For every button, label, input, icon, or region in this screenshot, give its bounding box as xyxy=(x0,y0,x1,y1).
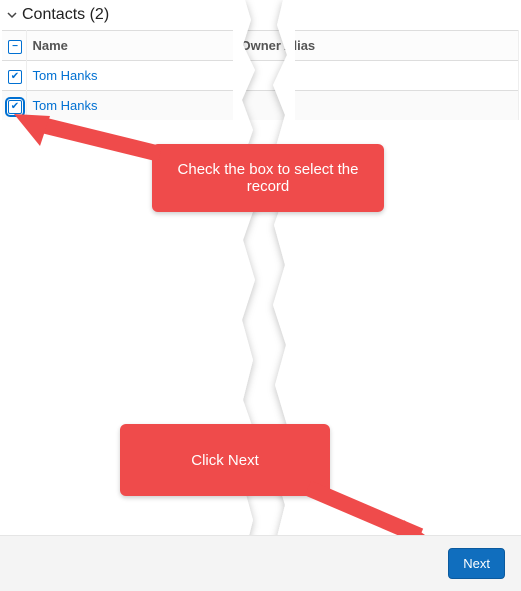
table-row[interactable]: Tom Hanks xyxy=(2,91,519,121)
select-all-checkbox[interactable] xyxy=(8,40,22,54)
contact-name-link[interactable]: Tom Hanks xyxy=(33,68,98,83)
section-title: Contacts (2) xyxy=(22,6,109,24)
owner-alias-cell: il xyxy=(241,68,247,83)
next-button[interactable]: Next xyxy=(448,548,505,579)
select-all-header[interactable] xyxy=(2,31,26,61)
row-checkbox[interactable] xyxy=(8,70,22,84)
contacts-table: Name Owner Alias Tom Hanks il Tom Hanks xyxy=(2,30,519,120)
callout-check-box: Check the box to select the record xyxy=(152,144,384,212)
footer-bar: Next xyxy=(0,535,521,591)
contact-name-link[interactable]: Tom Hanks xyxy=(33,98,98,113)
section-header[interactable]: Contacts (2) xyxy=(2,0,519,30)
callout-click-next: Click Next xyxy=(120,424,330,496)
arrow-to-checkbox xyxy=(10,112,170,172)
callout-text: Check the box to select the record xyxy=(168,161,368,195)
chevron-down-icon xyxy=(4,9,20,21)
column-header-owner-alias[interactable]: Owner Alias xyxy=(234,31,519,61)
row-checkbox[interactable] xyxy=(8,100,22,114)
table-row[interactable]: Tom Hanks il xyxy=(2,61,519,91)
callout-text: Click Next xyxy=(191,452,259,469)
column-header-name[interactable]: Name xyxy=(26,31,234,61)
